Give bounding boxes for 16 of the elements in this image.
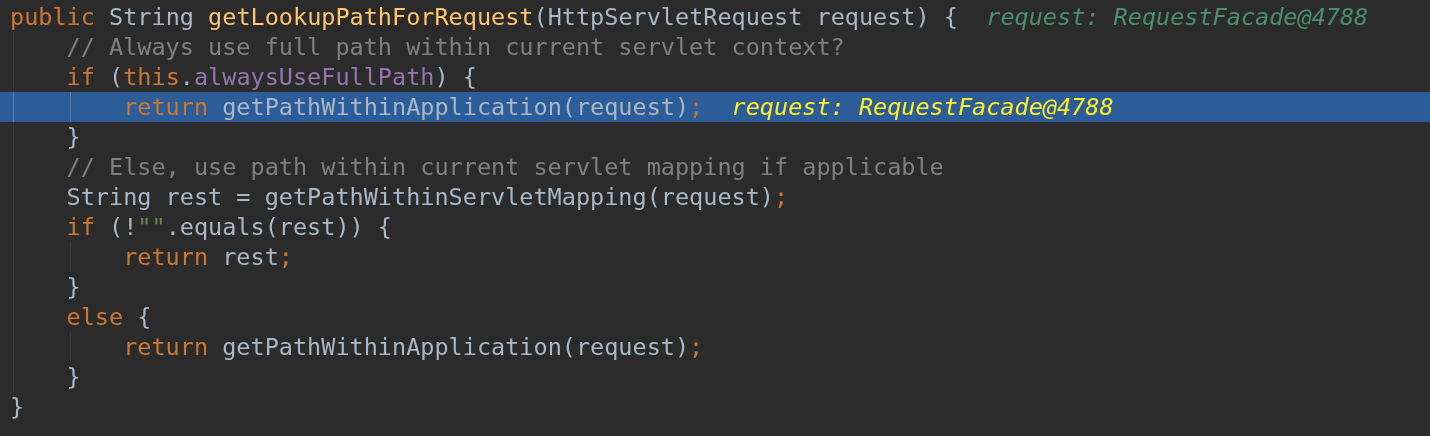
code-line: return getPathWithinApplication(request); (123, 92, 704, 122)
code-line: return rest; (123, 242, 293, 272)
code-comment: // Always use full path within current servlet context? (66, 32, 845, 62)
code-line: else { (66, 302, 152, 332)
code-line: String rest = getPathWithinServletMapping(request); (66, 182, 789, 212)
code-line: if (this.alwaysUseFullPath) { (66, 62, 477, 92)
code-line: } (10, 392, 25, 422)
code-line: if (!"".equals(rest)) { (66, 212, 392, 242)
code-line: } (66, 122, 81, 152)
inline-debug-value: request: RequestFacade@4788 (986, 2, 1369, 32)
code-comment: // Else, use path within current servlet mapping if applicable (66, 152, 944, 182)
code-line: } (66, 362, 81, 392)
code-line: public String getLookupPathForRequest(HttpServletRequest request) { (10, 2, 958, 32)
code-line: return getPathWithinApplication(request); (123, 332, 704, 362)
inline-debug-value: request: RequestFacade@4788 (731, 92, 1114, 122)
code-line: } (66, 272, 81, 302)
